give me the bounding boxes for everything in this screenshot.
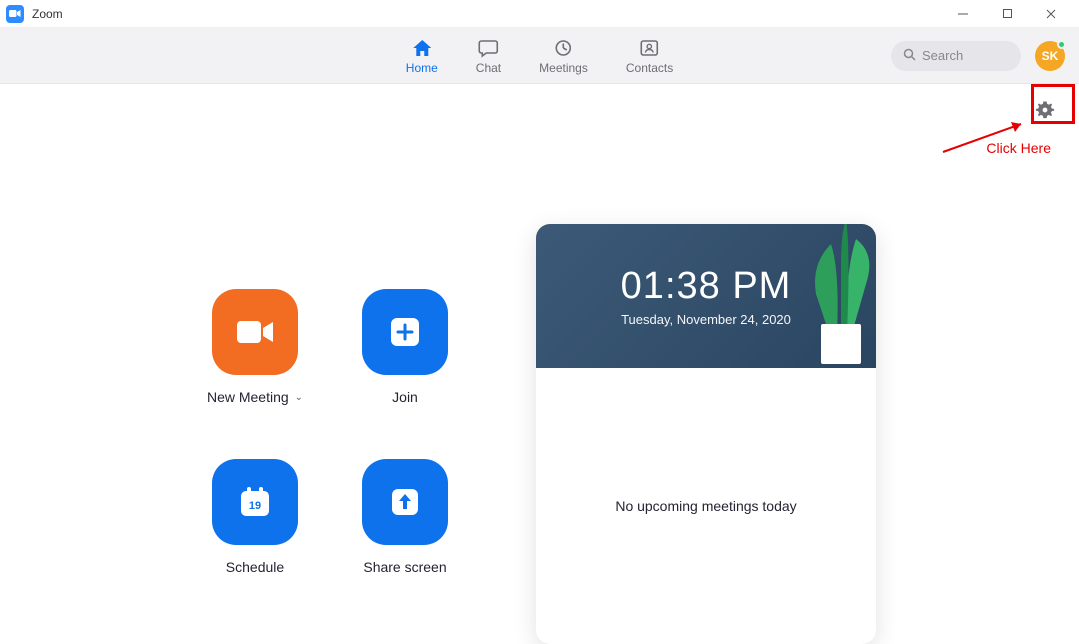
search-icon xyxy=(903,48,916,64)
presence-indicator xyxy=(1057,40,1066,49)
app-title: Zoom xyxy=(32,7,63,21)
annotation-arrow xyxy=(941,118,1031,159)
profile-avatar[interactable]: SK xyxy=(1035,41,1065,71)
meetings-info-card: 01:38 PM Tuesday, November 24, 2020 No u… xyxy=(536,224,876,644)
nav-tab-label: Meetings xyxy=(539,61,588,75)
action-label: Schedule xyxy=(226,559,284,575)
search-placeholder: Search xyxy=(922,48,963,63)
main-navbar: Home Chat Meetings Contacts Search xyxy=(0,28,1079,84)
avatar-initials: SK xyxy=(1042,49,1059,63)
nav-tab-label: Chat xyxy=(476,61,501,75)
content-area: Click Here New Meeting ⌄ Join xyxy=(0,84,1079,578)
settings-button[interactable] xyxy=(1031,98,1059,126)
calendar-icon: 19 xyxy=(212,459,298,545)
current-time: 01:38 PM xyxy=(621,265,792,308)
window-close-button[interactable] xyxy=(1029,0,1073,28)
home-icon xyxy=(411,37,433,59)
nav-tab-contacts[interactable]: Contacts xyxy=(626,37,673,75)
video-icon xyxy=(212,289,298,375)
action-label: Join xyxy=(392,389,418,405)
chat-icon xyxy=(477,37,499,59)
action-label: Share screen xyxy=(363,559,446,575)
gear-icon xyxy=(1035,100,1055,125)
new-meeting-button[interactable]: New Meeting ⌄ xyxy=(180,289,330,459)
share-screen-button[interactable]: Share screen xyxy=(330,459,480,629)
share-arrow-icon xyxy=(362,459,448,545)
window-titlebar: Zoom xyxy=(0,0,1079,28)
window-maximize-button[interactable] xyxy=(985,0,1029,28)
window-minimize-button[interactable] xyxy=(941,0,985,28)
home-action-grid: New Meeting ⌄ Join 19 Schedu xyxy=(180,289,480,629)
join-button[interactable]: Join xyxy=(330,289,480,459)
plus-icon xyxy=(362,289,448,375)
nav-tab-chat[interactable]: Chat xyxy=(476,37,501,75)
nav-tab-meetings[interactable]: Meetings xyxy=(539,37,588,75)
plant-decoration xyxy=(796,224,876,364)
schedule-button[interactable]: 19 Schedule xyxy=(180,459,330,629)
nav-tab-label: Home xyxy=(406,61,438,75)
info-card-header: 01:38 PM Tuesday, November 24, 2020 xyxy=(536,224,876,368)
nav-tab-label: Contacts xyxy=(626,61,673,75)
contacts-icon xyxy=(639,37,661,59)
chevron-down-icon[interactable]: ⌄ xyxy=(295,392,303,403)
nav-tab-home[interactable]: Home xyxy=(406,37,438,75)
no-meetings-text: No upcoming meetings today xyxy=(615,498,796,514)
annotation-text: Click Here xyxy=(986,140,1051,156)
current-date: Tuesday, November 24, 2020 xyxy=(621,312,791,327)
calendar-day-number: 19 xyxy=(249,500,261,512)
info-card-body: No upcoming meetings today xyxy=(536,368,876,514)
action-label: New Meeting xyxy=(207,389,289,405)
search-input[interactable]: Search xyxy=(891,41,1021,71)
zoom-app-icon xyxy=(6,5,24,23)
clock-icon xyxy=(553,37,575,59)
